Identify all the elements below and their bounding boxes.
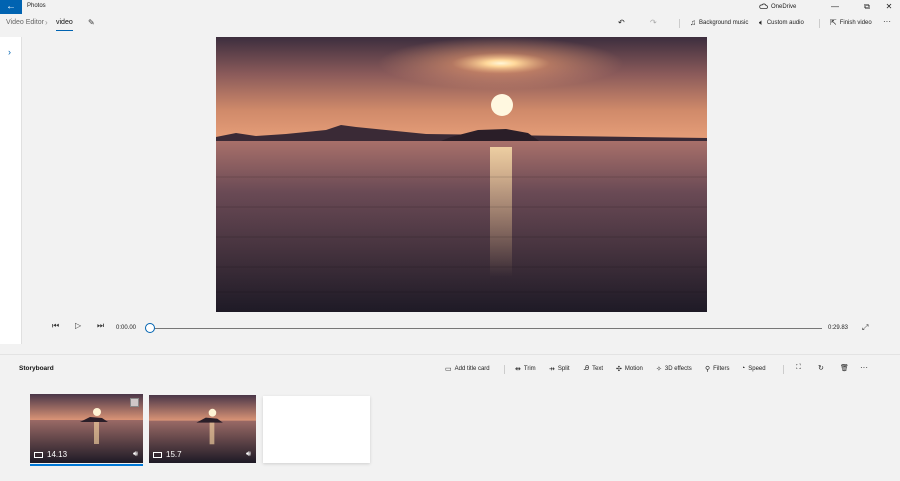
breadcrumb-separator-icon: ›: [45, 18, 48, 27]
play-icon: ▷: [75, 321, 82, 330]
side-panel: [0, 37, 22, 344]
filters-label: Filters: [713, 366, 730, 372]
add-title-card-label: Add title card: [454, 366, 490, 372]
add-title-card-button[interactable]: ▭ Add title card: [445, 365, 490, 373]
header-divider: [679, 19, 680, 28]
text-label: Text: [592, 366, 604, 372]
background-music-button[interactable]: ♫ Background music: [690, 18, 748, 27]
3d-effects-button[interactable]: ✧ 3D effects: [656, 365, 692, 373]
restore-button[interactable]: ⧉: [856, 1, 878, 13]
share-export-icon: ⇱: [830, 18, 837, 27]
video-preview[interactable]: [216, 37, 707, 312]
scrubber-thumb[interactable]: [145, 323, 155, 333]
next-frame-button[interactable]: ⏭︎: [97, 321, 104, 331]
onedrive-button[interactable]: OneDrive: [759, 3, 796, 11]
breadcrumb-underline: [56, 30, 73, 31]
fullscreen-expand-icon[interactable]: ⤢: [862, 323, 868, 333]
clip-2-duration-value: 15.7: [166, 450, 182, 459]
motion-icon: ✣: [616, 366, 622, 373]
trash-icon: 🗑︎: [840, 365, 849, 372]
3d-effects-icon: ✧: [656, 366, 662, 373]
trim-label: Trim: [523, 366, 536, 372]
clip-video-icon: [153, 451, 162, 458]
text-icon: Ꭿ: [584, 365, 590, 372]
rotate-icon: ↻: [818, 365, 824, 372]
section-divider: [0, 354, 900, 355]
speaker-icon: 🔈︎: [759, 18, 764, 27]
close-button[interactable]: ✕: [878, 1, 900, 13]
motion-label: Motion: [624, 366, 643, 372]
previous-frame-button[interactable]: ⏮︎: [52, 321, 59, 331]
resize-crop-icon: ⛶: [796, 364, 801, 371]
speed-button[interactable]: ◔ Speed: [741, 365, 766, 372]
clip-1-volume-icon[interactable]: 🔊︎: [133, 449, 138, 459]
3d-effects-label: 3D effects: [664, 366, 692, 372]
app-title: Photos: [27, 3, 46, 9]
motion-button[interactable]: ✣ Motion: [616, 365, 643, 373]
onedrive-label: OneDrive: [771, 4, 797, 10]
finish-video-label: Finish video: [839, 19, 872, 26]
redo-button[interactable]: ↷: [650, 18, 657, 27]
clip-1-checkbox[interactable]: [130, 398, 139, 407]
play-button[interactable]: ▷: [75, 321, 81, 330]
more-options-button[interactable]: ···: [883, 17, 891, 26]
storyboard-more-button[interactable]: ···: [860, 363, 868, 372]
current-time: 0:00.00: [116, 325, 137, 331]
filters-button[interactable]: ⚲ Filters: [705, 365, 729, 373]
split-icon: ⇸: [549, 366, 555, 373]
breadcrumb-current: video: [56, 19, 73, 26]
storyboard-divider-2: [783, 365, 784, 374]
breadcrumb-video-editor[interactable]: Video Editor: [6, 19, 44, 26]
sunset-preview-image: [216, 37, 707, 312]
filters-icon: ⚲: [705, 366, 711, 373]
total-time: 0:29.83: [828, 325, 849, 331]
cloud-icon: [759, 3, 768, 11]
finish-video-button[interactable]: ⇱ Finish video: [830, 18, 872, 27]
storyboard-clip-1[interactable]: 14.13 🔊︎: [30, 394, 143, 463]
header-divider-2: [819, 19, 820, 28]
undo-button[interactable]: ↶: [618, 18, 625, 27]
clip-video-icon: [34, 451, 43, 458]
text-button[interactable]: Ꭿ Text: [584, 365, 603, 373]
scrubber-track[interactable]: [155, 328, 822, 329]
custom-audio-label: Custom audio: [766, 20, 804, 26]
empty-storyboard-slot[interactable]: [263, 396, 370, 463]
clip-1-duration-value: 14.13: [47, 450, 68, 459]
rename-pencil-icon[interactable]: ✎: [88, 18, 95, 27]
storyboard-title: Storyboard: [19, 365, 54, 372]
clip-2-duration: 15.7: [153, 450, 182, 459]
back-arrow-icon: ←: [6, 1, 16, 12]
undo-icon: ↶: [618, 18, 625, 27]
storyboard-divider: [504, 365, 505, 374]
speed-gauge-icon: ◔: [741, 365, 746, 372]
split-label: Split: [557, 366, 570, 372]
custom-audio-button[interactable]: 🔈︎ Custom audio: [759, 18, 804, 28]
music-note-icon: ♫: [690, 18, 696, 27]
step-back-icon: ⏮︎: [52, 321, 60, 330]
clip-1-duration: 14.13: [34, 450, 67, 459]
title-card-icon: ▭: [445, 366, 452, 373]
background-music-label: Background music: [699, 19, 749, 26]
clip-1-selection-indicator: [30, 464, 143, 466]
expand-panel-chevron-icon[interactable]: ›: [8, 47, 11, 57]
resize-button[interactable]: ⛶: [796, 364, 801, 372]
delete-button[interactable]: 🗑︎: [840, 364, 849, 372]
trim-icon: ⇹: [515, 366, 521, 373]
redo-icon: ↷: [650, 18, 657, 27]
storyboard-clip-2[interactable]: 15.7 🔊︎: [149, 395, 256, 463]
rotate-button[interactable]: ↻: [818, 364, 824, 372]
minimize-button[interactable]: —: [824, 1, 846, 13]
split-button[interactable]: ⇸ Split: [549, 365, 570, 373]
speed-label: Speed: [748, 365, 766, 372]
clip-2-volume-icon[interactable]: 🔊︎: [246, 449, 251, 459]
step-forward-icon: ⏭︎: [97, 321, 105, 330]
back-button[interactable]: ←: [0, 0, 22, 14]
trim-button[interactable]: ⇹ Trim: [515, 365, 536, 373]
